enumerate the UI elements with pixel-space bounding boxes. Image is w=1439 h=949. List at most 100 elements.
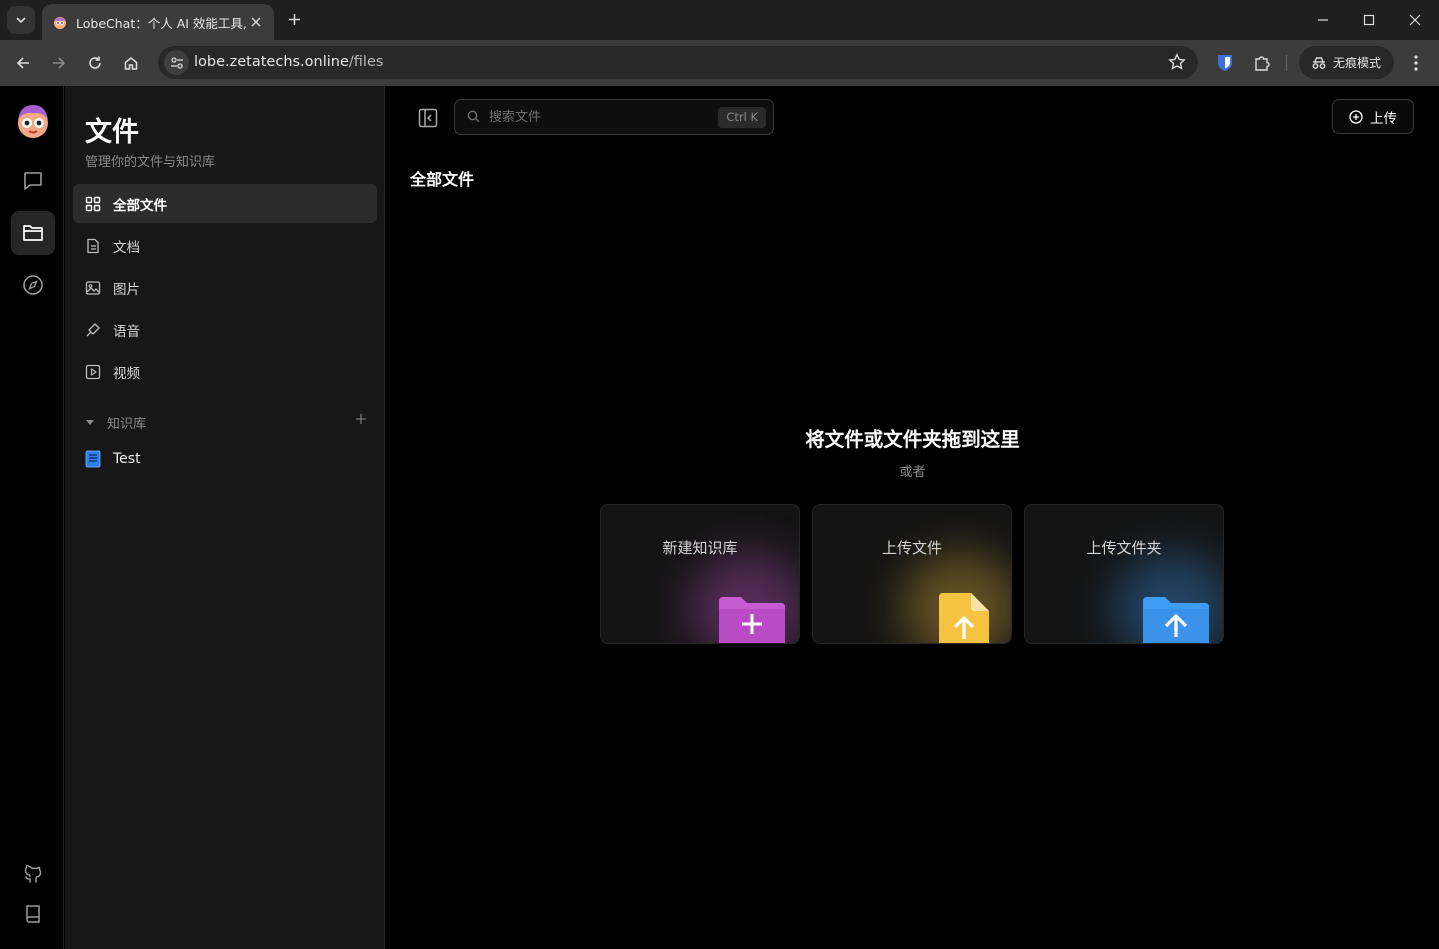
chat-bubble-icon [24, 172, 42, 190]
add-knowledge-base-button[interactable] [355, 413, 367, 425]
tune-icon [170, 56, 183, 69]
address-bar[interactable]: lobe.zetatechs.online/files [158, 46, 1198, 79]
search-icon [467, 110, 480, 123]
knowledge-base-header[interactable]: 知识库 [85, 410, 367, 434]
minimize-icon [1318, 19, 1328, 21]
bitwarden-extension-button[interactable] [1213, 51, 1237, 75]
sidebar-item-audio[interactable]: 语音 [73, 310, 377, 349]
incognito-label: 无痕模式 [1333, 56, 1382, 70]
book-icon [26, 905, 40, 923]
sidebar-item-all-files[interactable]: 全部文件 [73, 184, 377, 223]
bookmark-button[interactable] [1168, 53, 1186, 71]
user-avatar[interactable] [14, 102, 52, 140]
folder-upload-icon [1143, 597, 1209, 643]
plus-icon [288, 13, 300, 25]
drop-zone-or: 或者 [899, 465, 926, 480]
forward-button[interactable] [47, 51, 71, 75]
files-main: Ctrl K 上传 全部文件 将文件或文件夹拖到这里 或者 新建知识库 上传文件 [386, 86, 1439, 949]
book-icon [85, 450, 101, 468]
card-label: 新建知识库 [662, 539, 738, 557]
incognito-indicator[interactable]: 无痕模式 [1299, 46, 1394, 79]
rail-chat-button[interactable] [11, 159, 55, 203]
maximize-button[interactable] [1354, 6, 1384, 34]
lobechat-favicon-icon [54, 17, 66, 29]
home-icon [124, 57, 138, 70]
app-root: 文件 管理你的文件与知识库 全部文件 文档 图片 语音 视频 知识库 Test … [0, 86, 1439, 949]
home-button[interactable] [119, 51, 143, 75]
plus-circle-icon [1349, 109, 1363, 124]
search-input[interactable] [487, 107, 707, 127]
reload-button[interactable] [83, 51, 107, 75]
rail-discover-button[interactable] [11, 263, 55, 307]
video-icon [85, 364, 101, 379]
new-tab-button[interactable] [283, 8, 305, 30]
upload-folder-card[interactable]: 上传文件夹 [1024, 504, 1224, 644]
incognito-icon [1312, 56, 1326, 69]
tab-title: LobeChat：个人 AI 效能工具, [76, 15, 246, 31]
new-knowledge-base-card[interactable]: 新建知识库 [600, 504, 800, 644]
more-vertical-icon [1414, 55, 1418, 71]
url-path: /files [348, 54, 384, 70]
folder-icon [23, 225, 43, 241]
document-icon [87, 238, 99, 253]
knowledge-base-item-test[interactable]: Test [73, 441, 377, 477]
browser-tab[interactable]: LobeChat：个人 AI 效能工具, [42, 4, 274, 40]
sidebar-subtitle: 管理你的文件与知识库 [85, 155, 216, 170]
card-label: 上传文件夹 [1086, 539, 1162, 557]
browser-tab-bar: LobeChat：个人 AI 效能工具, [0, 0, 1439, 40]
upload-file-card[interactable]: 上传文件 [812, 504, 1012, 644]
panel-left-icon [418, 108, 438, 128]
browser-menu-button[interactable] [1404, 51, 1428, 75]
back-button[interactable] [11, 51, 35, 75]
card-label: 上传文件 [881, 539, 942, 557]
sidebar-item-video[interactable]: 视频 [73, 352, 377, 391]
tab-search-dropdown[interactable] [7, 6, 35, 34]
rail-files-button[interactable] [11, 211, 55, 255]
puzzle-icon [1255, 56, 1270, 71]
upload-button[interactable]: 上传 [1332, 99, 1414, 134]
sidebar-title: 文件 [85, 117, 139, 148]
nav-rail [0, 86, 64, 949]
star-icon [1168, 53, 1186, 70]
maximize-icon [1363, 14, 1375, 26]
sidebar-item-documents[interactable]: 文档 [73, 226, 377, 265]
url-host: lobe.zetatechs.online [194, 54, 349, 70]
drop-zone-title: 将文件或文件夹拖到这里 [805, 428, 1020, 451]
rail-docs-button[interactable] [11, 892, 55, 936]
sidebar-item-label: 语音 [113, 323, 140, 340]
search-files: Ctrl K [454, 99, 774, 135]
sidebar-item-label: 全部文件 [113, 197, 167, 214]
minimize-button[interactable] [1308, 6, 1338, 34]
upload-button-label: 上传 [1370, 110, 1397, 127]
tab-close-button[interactable] [246, 12, 266, 32]
chevron-down-icon [16, 17, 26, 24]
knowledge-base-item-label: Test [113, 451, 141, 467]
image-icon [85, 280, 101, 295]
page-title: 全部文件 [410, 170, 475, 189]
arrow-left-icon [16, 57, 29, 69]
plus-icon [356, 414, 366, 424]
sidebar-item-label: 图片 [113, 281, 140, 298]
caret-down-icon [86, 420, 94, 425]
arrow-right-icon [53, 57, 66, 69]
close-icon [1409, 14, 1421, 26]
files-sidebar: 文件 管理你的文件与知识库 全部文件 文档 图片 语音 视频 知识库 Test [65, 86, 385, 949]
rail-github-button[interactable] [11, 852, 55, 896]
sidebar-item-label: 文档 [113, 239, 140, 256]
toolbar-separator [1286, 55, 1287, 71]
folder-plus-icon [719, 597, 785, 643]
compass-icon [23, 275, 43, 295]
browser-toolbar: lobe.zetatechs.online/files 无痕模式 [0, 40, 1439, 86]
extensions-button[interactable] [1250, 51, 1274, 75]
close-icon [251, 17, 261, 27]
site-info-button[interactable] [164, 50, 189, 75]
sidebar-item-label: 视频 [113, 365, 140, 382]
url-text: lobe.zetatechs.online/files [194, 54, 383, 70]
grid-icon [85, 196, 101, 211]
shield-icon [1218, 55, 1232, 71]
github-icon [24, 864, 42, 883]
toggle-sidebar-button[interactable] [414, 104, 442, 132]
close-window-button[interactable] [1400, 6, 1430, 34]
sidebar-item-images[interactable]: 图片 [73, 268, 377, 307]
file-upload-icon [939, 593, 989, 643]
